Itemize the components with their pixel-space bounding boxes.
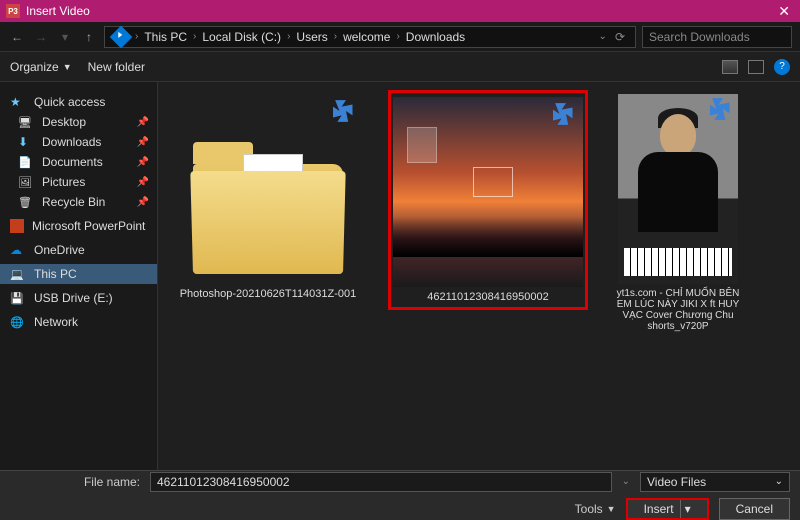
star-icon	[10, 95, 26, 109]
video-thumbnail	[393, 97, 583, 287]
sidebar-network[interactable]: Network	[0, 312, 157, 332]
crumb-welcome[interactable]: welcome	[339, 30, 394, 44]
pin-icon: 📌	[137, 157, 149, 168]
sidebar-item-downloads[interactable]: Downloads📌	[0, 132, 157, 152]
sidebar-item-pictures[interactable]: Pictures📌	[0, 172, 157, 192]
up-button[interactable]: ↑	[80, 28, 98, 46]
sidebar: Quick access Desktop📌 Downloads📌 Documen…	[0, 82, 158, 470]
sidebar-item-desktop[interactable]: Desktop📌	[0, 112, 157, 132]
main-area: Quick access Desktop📌 Downloads📌 Documen…	[0, 82, 800, 470]
recycle-bin-icon	[18, 195, 34, 209]
pictures-icon	[18, 175, 34, 189]
video-thumbnail	[618, 94, 738, 284]
crumb-downloads[interactable]: Downloads	[402, 30, 469, 44]
crumb-local-disk[interactable]: Local Disk (C:)	[198, 30, 285, 44]
new-folder-button[interactable]: New folder	[88, 60, 145, 74]
download-icon	[18, 135, 34, 149]
preview-pane-icon[interactable]	[748, 60, 764, 74]
back-button[interactable]: ←	[8, 28, 26, 46]
sidebar-ms-powerpoint[interactable]: Microsoft PowerPoint	[0, 216, 157, 236]
pin-icon: 📌	[137, 177, 149, 188]
folder-thumbnail	[173, 94, 363, 284]
network-icon	[10, 315, 26, 329]
powerpoint-icon	[10, 219, 24, 233]
pin-icon: 📌	[137, 137, 149, 148]
filename-label: File name:	[10, 475, 140, 489]
search-input[interactable]: Search Downloads	[642, 26, 792, 48]
file-label: 46211012308416950002	[427, 291, 549, 303]
cancel-button[interactable]: Cancel	[719, 498, 790, 520]
filetype-select[interactable]: Video Files⌄	[640, 472, 790, 492]
onedrive-icon	[10, 243, 26, 257]
help-icon[interactable]: ?	[774, 59, 790, 75]
crumb-users[interactable]: Users	[292, 30, 331, 44]
pin-icon: 📌	[137, 197, 149, 208]
desktop-icon	[18, 115, 34, 129]
close-icon[interactable]: ✕	[774, 3, 794, 20]
file-item-video[interactable]: yt1s.com - CHỈ MUỐN BÊN EM LÚC NÀY JIKI …	[608, 90, 748, 336]
sidebar-this-pc[interactable]: This PC	[0, 264, 157, 284]
organize-button[interactable]: Organize ▼	[10, 60, 72, 74]
toolbar: Organize ▼ New folder ?	[0, 52, 800, 82]
sidebar-item-recycle-bin[interactable]: Recycle Bin📌	[0, 192, 157, 212]
filename-input[interactable]	[150, 472, 612, 492]
app-icon: P3	[6, 4, 20, 18]
file-grid: Photoshop-20210626T114031Z-001 462110123…	[158, 82, 800, 470]
sidebar-item-documents[interactable]: Documents📌	[0, 152, 157, 172]
breadcrumb[interactable]: › This PC › Local Disk (C:) › Users › we…	[104, 26, 636, 48]
refresh-button[interactable]: ⟳	[609, 30, 631, 44]
file-item-video-selected[interactable]: 46211012308416950002	[388, 90, 588, 310]
sidebar-onedrive[interactable]: OneDrive	[0, 240, 157, 260]
crumb-this-pc[interactable]: This PC	[140, 30, 191, 44]
sidebar-quick-access[interactable]: Quick access	[0, 92, 157, 112]
filename-dropdown-icon[interactable]: ⌄	[622, 476, 630, 487]
video-badge-icon	[710, 96, 736, 122]
nav-bar: ← → ▾ ↑ › This PC › Local Disk (C:) › Us…	[0, 22, 800, 52]
file-label: yt1s.com - CHỈ MUỐN BÊN EM LÚC NÀY JIKI …	[612, 288, 744, 332]
file-label: Photoshop-20210626T114031Z-001	[180, 288, 357, 300]
view-options-icon[interactable]	[722, 60, 738, 74]
file-item-folder[interactable]: Photoshop-20210626T114031Z-001	[168, 90, 368, 304]
sidebar-usb-drive[interactable]: USB Drive (E:)	[0, 288, 157, 308]
insert-button[interactable]: Insert▾	[626, 498, 709, 520]
forward-button[interactable]: →	[32, 28, 50, 46]
this-pc-icon	[10, 267, 26, 281]
footer: File name: ⌄ Video Files⌄ Tools ▼ Insert…	[0, 470, 800, 520]
video-badge-icon	[553, 101, 579, 127]
insert-dropdown-icon[interactable]: ▾	[680, 500, 691, 518]
folder-icon	[193, 134, 343, 274]
document-icon	[18, 155, 34, 169]
tools-button[interactable]: Tools ▼	[575, 502, 616, 516]
pin-icon: 📌	[137, 117, 149, 128]
usb-icon	[10, 291, 26, 305]
path-root-icon	[110, 25, 133, 48]
video-badge-icon	[333, 98, 359, 124]
recent-dropdown[interactable]: ▾	[56, 28, 74, 46]
window-title: Insert Video	[26, 4, 774, 18]
title-bar: P3 Insert Video ✕	[0, 0, 800, 22]
breadcrumb-dropdown-icon[interactable]: ⌄	[599, 31, 607, 42]
